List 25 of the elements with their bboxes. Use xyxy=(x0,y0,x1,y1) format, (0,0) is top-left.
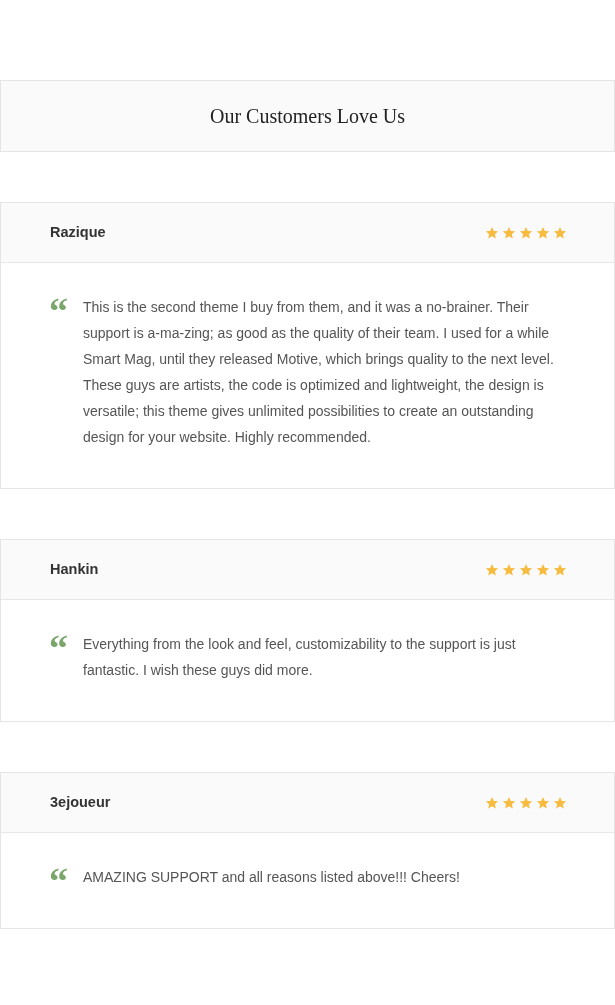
quote-mark: “ xyxy=(49,631,69,657)
star-icon xyxy=(553,562,567,577)
star-icon xyxy=(519,225,533,240)
quote-mark: “ xyxy=(49,294,69,320)
reviewer-name: Hankin xyxy=(50,559,99,579)
section-title: Our Customers Love Us xyxy=(210,104,405,129)
star-icon xyxy=(536,795,550,810)
star-icon xyxy=(502,795,516,810)
star-icon xyxy=(485,795,499,810)
review-text: AMAZING SUPPORT and all reasons listed above!!! Cheers! xyxy=(83,868,460,887)
star-icon xyxy=(519,795,533,810)
reviewer-name: 3ejoueur xyxy=(50,792,111,812)
star-icon xyxy=(553,795,567,810)
star-icon xyxy=(502,562,516,577)
quote-mark: “ xyxy=(49,864,69,890)
star-icon xyxy=(536,562,550,577)
star-icon xyxy=(519,562,533,577)
star-icon xyxy=(536,225,550,240)
star-icon xyxy=(553,225,567,240)
review-text: Everything from the look and feel, customizability to the support is just fantastic. I wish these guys did more. xyxy=(83,635,517,680)
star-icon xyxy=(485,562,499,577)
star-icon xyxy=(502,225,516,240)
reviewer-name: Razique xyxy=(50,222,106,242)
star-icon xyxy=(485,225,499,240)
review-text: This is the second theme I buy from them, and it was a no-brainer. Their support is a-ma-zing; as good as the quality of their team. I used for a while Smart Mag, until they released Motive, which brings quality to the next level. These guys are artists, the code is optimized and lightweight, the design is versatile; this theme gives unlimited possibilities to create an outstanding design for your website. Highly recommended. xyxy=(83,298,555,447)
